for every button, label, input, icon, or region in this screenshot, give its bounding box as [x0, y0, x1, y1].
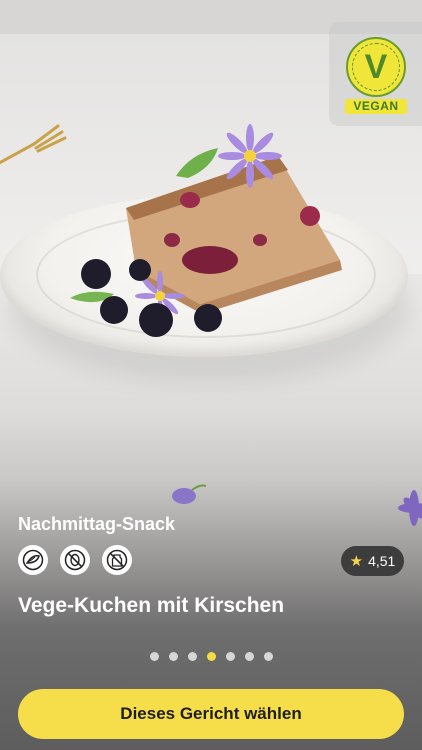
no-nuts-icon[interactable]	[60, 545, 90, 575]
diet-icons-row	[18, 545, 132, 575]
page-dot[interactable]	[244, 652, 254, 661]
page-dot[interactable]	[263, 652, 273, 661]
page-dot[interactable]	[168, 652, 178, 661]
flower-decoration-right	[398, 490, 422, 526]
vegan-logo-mark: V	[364, 48, 388, 86]
page-indicator[interactable]	[0, 652, 422, 661]
choose-dish-button[interactable]: Dieses Gericht wählen	[18, 689, 404, 739]
cake-image	[70, 124, 342, 337]
page-dot[interactable]	[206, 652, 216, 661]
vegan-badge: V VEGAN	[329, 22, 422, 126]
vegan-label: VEGAN	[345, 99, 407, 114]
page-dot[interactable]	[225, 652, 235, 661]
dish-category: Nachmittag-Snack	[18, 514, 176, 534]
dish-title: Vege-Kuchen mit Kirschen	[18, 594, 285, 617]
star-icon: ★	[349, 552, 364, 570]
page-dot[interactable]	[149, 652, 159, 661]
rating-value: 4,51	[368, 553, 396, 569]
page-dot[interactable]	[187, 652, 197, 661]
vegan-leaf-icon[interactable]	[18, 545, 48, 575]
flower-decoration	[172, 484, 206, 504]
dish-card-screen[interactable]: V VEGAN Nachmittag-Snack ★ 4,51 Vege-Kuc…	[0, 0, 422, 750]
no-milk-icon[interactable]	[102, 545, 132, 575]
vegan-logo: V	[346, 37, 406, 97]
rating-badge: ★ 4,51	[341, 546, 404, 576]
